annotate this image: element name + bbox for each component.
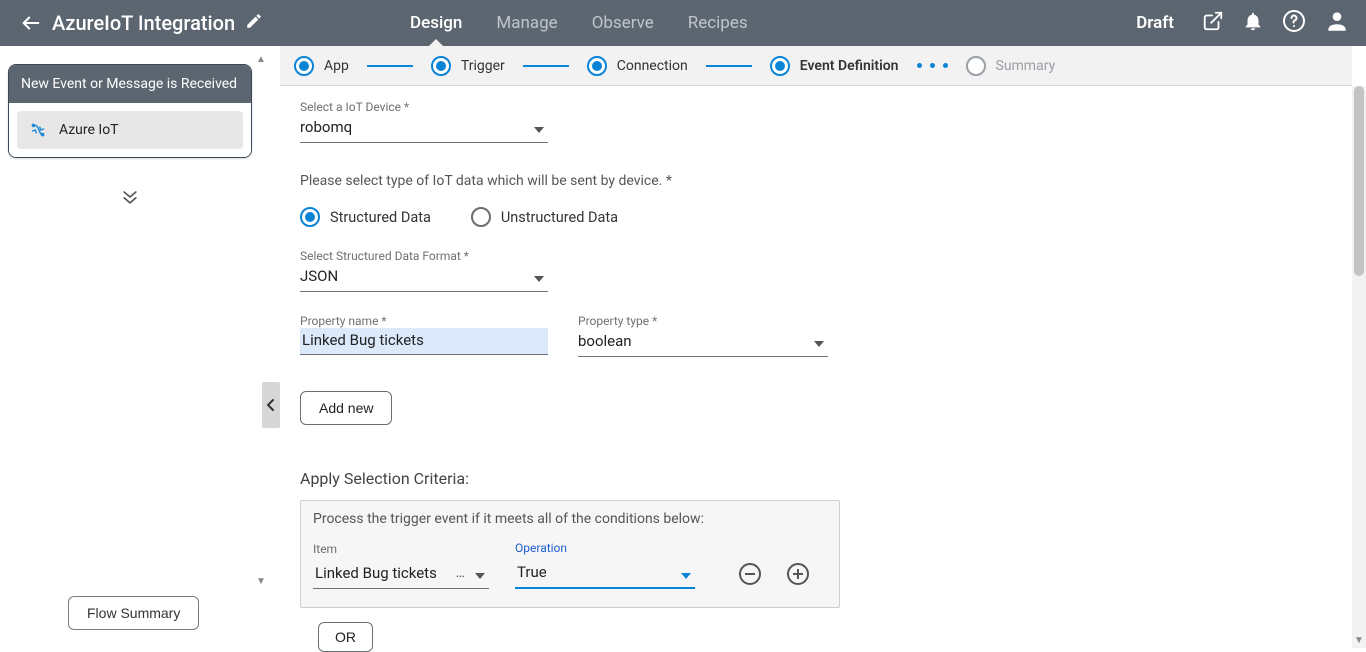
format-select-label: Select Structured Data Format * [300,249,1336,263]
chevron-down-icon [681,573,691,579]
open-external-icon[interactable] [1202,10,1224,36]
ellipsis-icon: … [456,565,465,581]
add-condition-button[interactable] [787,563,809,585]
radio-unstructured[interactable]: Unstructured Data [471,207,618,227]
expand-chevron-icon[interactable] [8,188,252,210]
status-label: Draft [1136,13,1174,33]
scroll-thumb[interactable] [1354,86,1364,276]
format-select-value: JSON [300,263,548,291]
step-app-indicator-icon [294,56,314,76]
sidebar-item-azure-iot[interactable]: Azure IoT [17,111,243,149]
main-scrollbar[interactable]: ▼ [1352,86,1366,648]
step-trigger[interactable]: Trigger [431,56,505,76]
step-app[interactable]: App [294,56,349,76]
step-trigger-indicator-icon [431,56,451,76]
nav-manage[interactable]: Manage [496,0,557,46]
edit-icon[interactable] [245,12,263,34]
sidebar-card-title: New Event or Message is Received [9,65,251,103]
step-trigger-label: Trigger [461,58,505,74]
wizard-steps: App Trigger Connection Event Definition … [280,46,1352,86]
step-summary[interactable]: Summary [966,56,1056,76]
radio-structured[interactable]: Structured Data [300,207,431,227]
bell-icon[interactable] [1242,10,1264,36]
property-type-label: Property type * [578,314,828,328]
step-connector [706,65,752,67]
step-app-label: App [324,58,349,74]
sidebar: New Event or Message is Received Azure I… [0,54,260,648]
property-name-input[interactable]: Linked Bug tickets [300,328,548,355]
property-type-value: boolean [578,328,828,356]
profile-icon[interactable] [1324,8,1350,38]
sidebar-scroll[interactable]: ▲ ▼ [258,54,264,588]
device-select-value: robomq [300,114,548,142]
property-name-label: Property name * [300,314,548,328]
sidebar-card-body: Azure IoT [9,103,251,157]
criteria-operation-select[interactable]: True [515,561,695,589]
criteria-row: Item Linked Bug tickets … Operation True [313,541,827,589]
flow-summary-button[interactable]: Flow Summary [68,596,199,630]
radio-unstructured-label: Unstructured Data [501,209,618,226]
help-icon[interactable] [1282,9,1306,37]
radio-checked-icon [300,207,320,227]
scroll-down-icon[interactable]: ▼ [255,576,267,588]
step-summary-indicator-icon [966,56,986,76]
azure-iot-icon [27,119,49,141]
remove-condition-button[interactable] [739,563,761,585]
scroll-down-icon[interactable]: ▼ [1352,634,1366,648]
criteria-operation-value: True [515,561,695,587]
add-new-button[interactable]: Add new [300,391,392,425]
format-select[interactable]: JSON [300,263,548,292]
scroll-up-icon[interactable]: ▲ [255,54,267,66]
property-type-select[interactable]: boolean [578,328,828,357]
data-type-radio-group: Structured Data Unstructured Data [300,207,1336,227]
step-dots-icon [917,63,948,68]
step-eventdef-label: Event Definition [800,58,899,74]
radio-unchecked-icon [471,207,491,227]
device-select[interactable]: robomq [300,114,548,143]
step-connection[interactable]: Connection [587,56,688,76]
sidebar-item-label: Azure IoT [59,122,119,138]
step-connection-label: Connection [617,58,688,74]
back-arrow-icon[interactable] [20,12,42,34]
top-nav: Design Manage Observe Recipes [410,0,748,46]
step-connector [523,65,569,67]
data-type-hint: Please select type of IoT data which wil… [300,173,1336,189]
nav-recipes[interactable]: Recipes [688,0,748,46]
criteria-item-select[interactable]: Linked Bug tickets … [313,562,489,589]
chevron-down-icon [534,276,544,282]
top-right-actions: Draft [1136,0,1350,46]
step-event-definition[interactable]: Event Definition [770,56,899,76]
criteria-hint: Process the trigger event if it meets al… [313,511,827,527]
nav-observe[interactable]: Observe [592,0,654,46]
main-form: Select a IoT Device * robomq Please sele… [300,100,1336,648]
chevron-down-icon [814,341,824,347]
criteria-box: Process the trigger event if it meets al… [300,500,840,608]
step-connection-indicator-icon [587,56,607,76]
criteria-item-label: Item [313,542,489,556]
sidebar-card: New Event or Message is Received Azure I… [8,64,252,158]
device-select-label: Select a IoT Device * [300,100,1336,114]
chevron-down-icon [475,573,485,579]
step-summary-label: Summary [996,58,1056,74]
property-name-value: Linked Bug tickets [300,328,548,354]
chevron-down-icon [534,127,544,133]
top-bar: AzureIoT Integration Design Manage Obser… [0,0,1366,46]
radio-structured-label: Structured Data [330,209,431,226]
step-eventdef-indicator-icon [770,56,790,76]
collapse-sidebar-button[interactable] [262,382,280,428]
nav-design[interactable]: Design [410,0,462,46]
page-title: AzureIoT Integration [52,11,235,35]
step-connector [367,65,413,67]
criteria-operation-label: Operation [515,541,695,555]
criteria-title: Apply Selection Criteria: [300,469,1336,488]
